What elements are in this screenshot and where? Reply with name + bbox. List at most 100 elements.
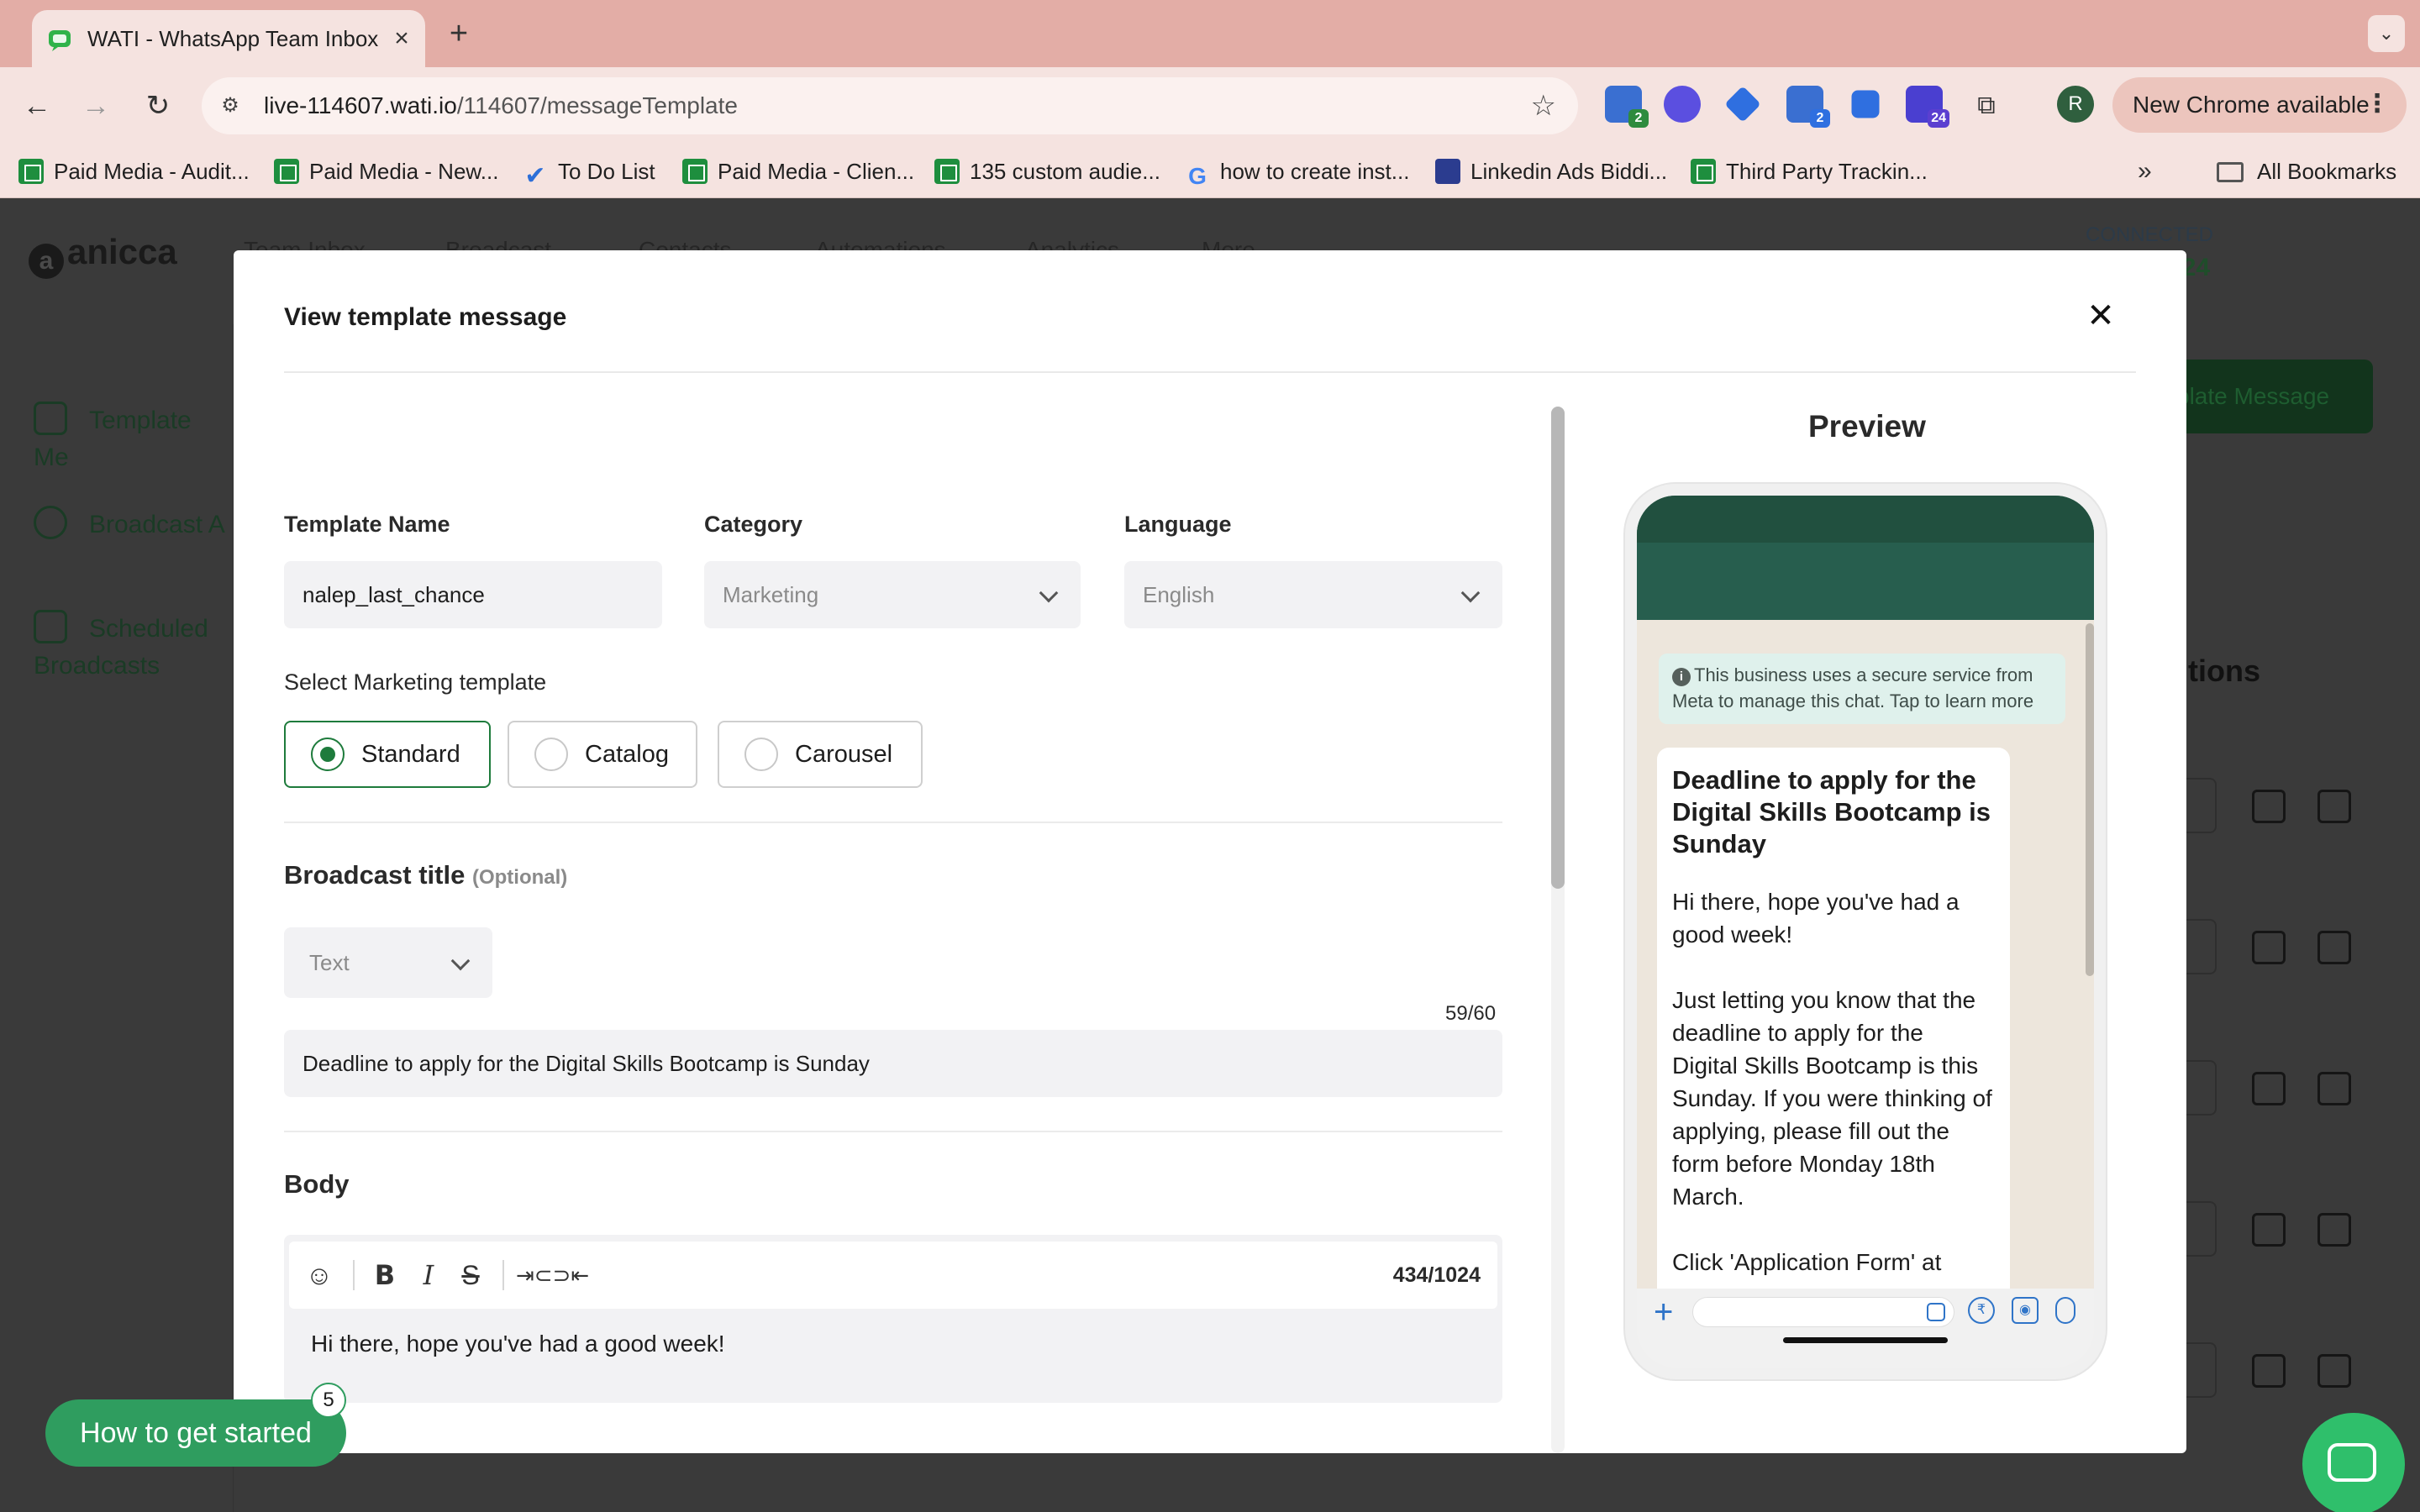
connection-status: CONNECTED xyxy=(2086,223,2214,246)
extension-5-icon[interactable] xyxy=(1851,90,1880,118)
language-label: Language xyxy=(1124,512,1232,537)
bookmark-item[interactable]: Ghow to create inst... xyxy=(1185,156,1409,189)
sidebar-item-scheduled-broadcasts[interactable]: Scheduled Broadcasts xyxy=(34,610,208,685)
reload-icon[interactable]: ↻ xyxy=(138,86,178,126)
bookmark-item[interactable]: 135 custom audie... xyxy=(934,156,1160,186)
italic-icon[interactable]: I xyxy=(412,1258,445,1292)
extension-6-icon[interactable]: 24 xyxy=(1906,86,1949,128)
new-template-button[interactable]: plate Message xyxy=(2160,360,2373,433)
divider xyxy=(353,1260,355,1290)
checkmark-icon: ✔ xyxy=(524,162,546,190)
body-editor[interactable]: ☺ B I S ⇥⊂⊃⇤ 434/1024 Hi there, hope you… xyxy=(284,1235,1502,1403)
bookmark-item[interactable]: Paid Media - Clien... xyxy=(682,156,914,186)
preview-scrollbar[interactable] xyxy=(2086,623,2094,976)
template-type-catalog[interactable]: Catalog xyxy=(508,721,697,788)
strikethrough-icon[interactable]: S xyxy=(454,1258,487,1292)
history-icon xyxy=(34,506,67,539)
home-indicator xyxy=(1783,1337,1948,1343)
bubble-body: Hi there, hope you've had a good week! J… xyxy=(1672,889,1992,1275)
site-icon xyxy=(1435,159,1460,184)
chevron-down-icon xyxy=(1460,583,1481,603)
bookmark-star-icon[interactable]: ☆ xyxy=(1531,89,1556,123)
forward-icon[interactable]: → xyxy=(76,86,116,126)
browser-tab[interactable]: WATI - WhatsApp Team Inbox × xyxy=(32,10,425,67)
broadcast-title-heading: Broadcast title (Optional) xyxy=(284,860,568,890)
chevron-down-icon xyxy=(450,951,471,971)
body-text[interactable]: Hi there, hope you've had a good week! xyxy=(311,1327,725,1361)
delete-icon[interactable] xyxy=(2317,1213,2351,1247)
delete-icon[interactable] xyxy=(2317,931,2351,964)
insert-link-icon[interactable]: ⇥⊂⊃⇤ xyxy=(516,1258,589,1292)
header-text-field[interactable]: Deadline to apply for the Digital Skills… xyxy=(284,1030,1502,1097)
new-chrome-label: New Chrome available xyxy=(2133,92,2370,118)
brand-logo: a anicca xyxy=(29,232,177,279)
extension-1-icon[interactable]: 2 xyxy=(1605,86,1649,128)
copy-icon[interactable] xyxy=(2252,1213,2286,1247)
template-type-carousel[interactable]: Carousel xyxy=(718,721,923,788)
extensions-puzzle-icon[interactable]: ⧉ xyxy=(1966,86,2007,126)
template-name-field[interactable]: nalep_last_chance xyxy=(284,561,662,628)
chat-area: i This business uses a secure service fro… xyxy=(1637,620,2094,1302)
bookmark-item[interactable]: Paid Media - Audit... xyxy=(18,156,250,186)
divider xyxy=(284,1131,1502,1132)
preview-heading: Preview xyxy=(1808,409,1926,444)
more-bookmarks-icon[interactable]: » xyxy=(2138,156,2152,186)
camera-icon: ◉ xyxy=(2012,1297,2039,1324)
copy-icon[interactable] xyxy=(2252,1072,2286,1105)
new-tab-icon[interactable]: + xyxy=(440,15,477,52)
bold-icon[interactable]: B xyxy=(368,1258,402,1292)
address-url[interactable]: live-114607.wati.io/114607/messageTempla… xyxy=(264,89,738,123)
info-icon: i xyxy=(1672,668,1691,686)
tab-close-icon[interactable]: × xyxy=(385,22,418,55)
delete-icon[interactable] xyxy=(2317,1354,2351,1388)
bookmark-item[interactable]: Third Party Trackin... xyxy=(1691,156,1928,186)
microphone-icon xyxy=(2055,1297,2075,1324)
profile-avatar[interactable]: R xyxy=(2057,86,2094,123)
chrome-menu-icon[interactable]: ⋮ xyxy=(2365,87,2390,121)
sheets-icon xyxy=(274,159,299,184)
copy-icon[interactable] xyxy=(2252,931,2286,964)
delete-icon[interactable] xyxy=(2317,790,2351,823)
extension-4-icon[interactable]: 2 xyxy=(1786,86,1830,128)
message-input xyxy=(1692,1297,1954,1327)
new-chrome-available-button[interactable]: New Chrome available ⋮ xyxy=(2112,77,2407,133)
sheets-icon xyxy=(18,159,44,184)
category-select[interactable]: Marketing xyxy=(704,561,1081,628)
whatsapp-favicon-icon xyxy=(49,30,71,51)
bubble-title: Deadline to apply for the Digital Skills… xyxy=(1672,765,1991,858)
sidebar-item-templates[interactable]: Template Me xyxy=(34,402,233,476)
form-scrollbar-thumb[interactable] xyxy=(1551,407,1565,889)
tab-search-chevron-icon[interactable]: ⌄ xyxy=(2368,15,2405,52)
header-char-counter: 59/60 xyxy=(1445,1002,1497,1025)
form-scrollbar[interactable] xyxy=(1551,407,1565,1453)
extension-3-icon[interactable] xyxy=(1724,86,1761,123)
delete-icon[interactable] xyxy=(2317,1072,2351,1105)
header-type-select[interactable]: Text xyxy=(284,927,492,998)
folder-icon xyxy=(2217,162,2244,182)
bookmark-item[interactable]: ✔ To Do List xyxy=(523,156,655,190)
close-icon[interactable]: ✕ xyxy=(2082,297,2119,334)
emoji-icon[interactable]: ☺ xyxy=(302,1258,336,1292)
all-bookmarks[interactable]: All Bookmarks xyxy=(2217,156,2396,186)
address-bar[interactable]: ⚙ live-114607.wati.io/114607/messageTemp… xyxy=(202,77,1578,134)
radio xyxy=(534,738,568,771)
template-type-standard[interactable]: Standard xyxy=(284,721,491,788)
how-to-get-started-button[interactable]: How to get started xyxy=(45,1399,346,1467)
editor-toolbar: ☺ B I S ⇥⊂⊃⇤ 434/1024 xyxy=(289,1242,1497,1309)
sheets-icon xyxy=(1691,159,1716,184)
tab-title: WATI - WhatsApp Team Inbox xyxy=(87,26,379,51)
bookmark-item[interactable]: Linkedin Ads Biddi... xyxy=(1435,156,1667,186)
copy-icon[interactable] xyxy=(2252,790,2286,823)
phone-preview: i This business uses a secure service fro… xyxy=(1625,484,2106,1379)
extension-2-icon[interactable] xyxy=(1664,86,1701,123)
sidebar: Template Me Broadcast A Scheduled Broadc… xyxy=(0,324,234,1512)
site-settings-icon[interactable]: ⚙ xyxy=(217,92,244,119)
bookmark-item[interactable]: Paid Media - New... xyxy=(274,156,498,186)
sidebar-item-broadcast-analytics[interactable]: Broadcast A xyxy=(34,506,225,543)
divider xyxy=(502,1260,504,1290)
support-chat-icon[interactable] xyxy=(2302,1413,2405,1512)
copy-icon[interactable] xyxy=(2252,1354,2286,1388)
notification-count-badge: 5 xyxy=(311,1383,346,1418)
language-select[interactable]: English xyxy=(1124,561,1502,628)
back-icon[interactable]: ← xyxy=(17,86,57,126)
